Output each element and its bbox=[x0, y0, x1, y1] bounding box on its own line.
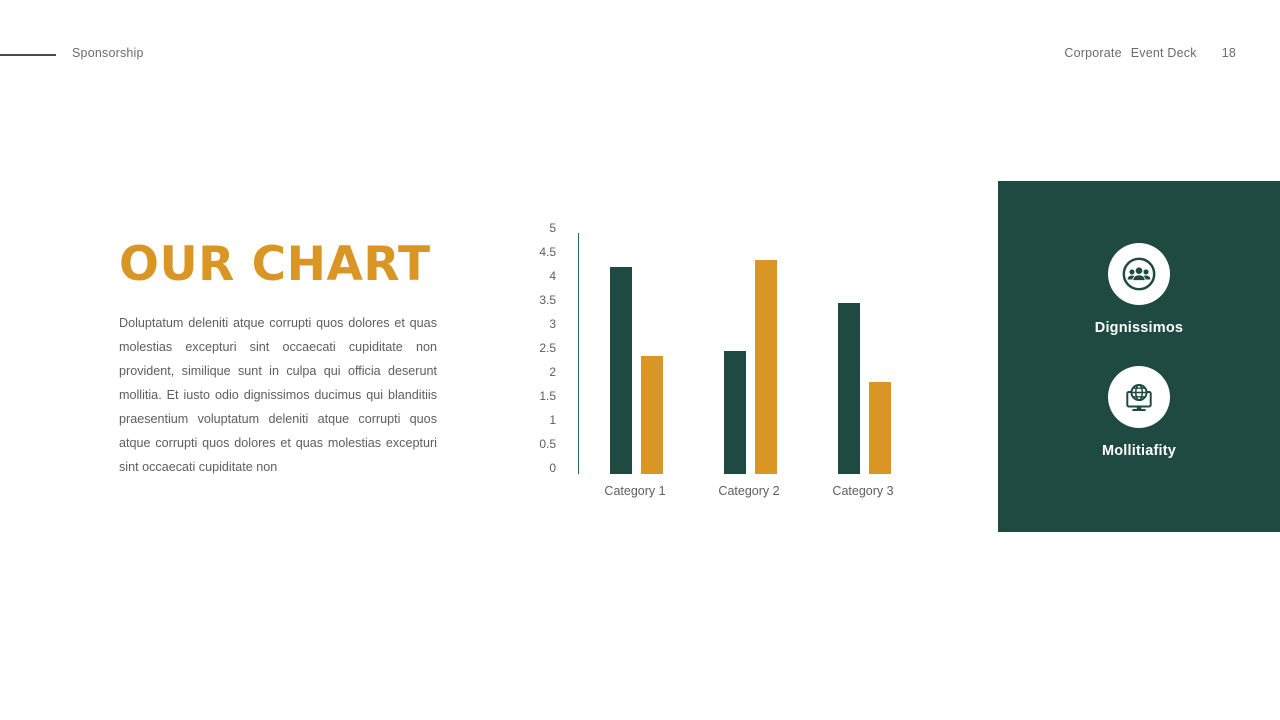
page-number: 18 bbox=[1221, 46, 1236, 60]
chart-plot-area bbox=[578, 233, 920, 474]
chart-bar bbox=[609, 266, 632, 474]
deck-name-part-2: Event Deck bbox=[1130, 46, 1197, 60]
chart-bar bbox=[868, 382, 891, 474]
body-paragraph: Doluptatum deleniti atque corrupti quos … bbox=[119, 316, 437, 475]
chart-x-label: Category 2 bbox=[718, 484, 780, 498]
chart-y-axis: 5 4.5 4 3.5 3 2.5 2 1.5 1 0.5 0 bbox=[520, 222, 556, 474]
chart-bar bbox=[640, 355, 663, 474]
chart-bar bbox=[723, 351, 746, 474]
chart-bar-group bbox=[693, 233, 807, 474]
header-meta: Corporate Event Deck 18 bbox=[1064, 46, 1236, 60]
chart-bar bbox=[837, 302, 860, 474]
chart-y-tick: 4.5 bbox=[539, 245, 556, 259]
deck-name-part-1: Corporate bbox=[1064, 46, 1122, 60]
chart-bar bbox=[754, 259, 777, 474]
feature-item[interactable]: Mollitiafity bbox=[1102, 366, 1176, 459]
globe-monitor-icon bbox=[1108, 366, 1170, 428]
slide: Sponsorship Corporate Event Deck 18 OUR … bbox=[0, 0, 1280, 720]
chart-bar-group bbox=[579, 233, 693, 474]
chart-y-tick: 5 bbox=[549, 221, 556, 235]
people-group-icon bbox=[1107, 243, 1170, 305]
page-title: OUR CHART bbox=[119, 237, 431, 292]
chart-y-tick: 2.5 bbox=[539, 341, 556, 355]
feature-panel: Dignissimos Mollitiafity bbox=[998, 181, 1280, 532]
header-rule bbox=[0, 54, 56, 56]
chart-y-tick: 0.5 bbox=[539, 437, 556, 451]
chart-x-label: Category 3 bbox=[832, 484, 894, 498]
left-content-column: OUR CHART Doluptatum deleniti atque corr… bbox=[119, 240, 439, 479]
chart-y-tick: 4 bbox=[549, 269, 556, 283]
chart-y-tick: 0 bbox=[549, 461, 556, 475]
feature-item[interactable]: Dignissimos bbox=[1095, 243, 1183, 336]
chart-y-tick: 1.5 bbox=[539, 389, 556, 403]
chart-bar-group bbox=[807, 233, 921, 474]
chart-y-tick: 3 bbox=[549, 317, 556, 331]
chart-y-tick: 1 bbox=[549, 413, 556, 427]
chart-y-tick: 2 bbox=[549, 365, 556, 379]
chart-y-tick: 3.5 bbox=[539, 293, 556, 307]
feature-label: Mollitiafity bbox=[1101, 443, 1177, 459]
bar-chart: 5 4.5 4 3.5 3 2.5 2 1.5 1 0.5 0 Category 1 Category… bbox=[520, 222, 920, 512]
header-section-label: Sponsorship bbox=[72, 46, 144, 60]
chart-x-label: Category 1 bbox=[604, 484, 666, 498]
chart-bar-groups bbox=[579, 233, 921, 474]
chart-x-axis-labels: Category 1 Category 2 Category 3 bbox=[578, 484, 920, 498]
feature-label: Dignissimos bbox=[1094, 320, 1184, 336]
